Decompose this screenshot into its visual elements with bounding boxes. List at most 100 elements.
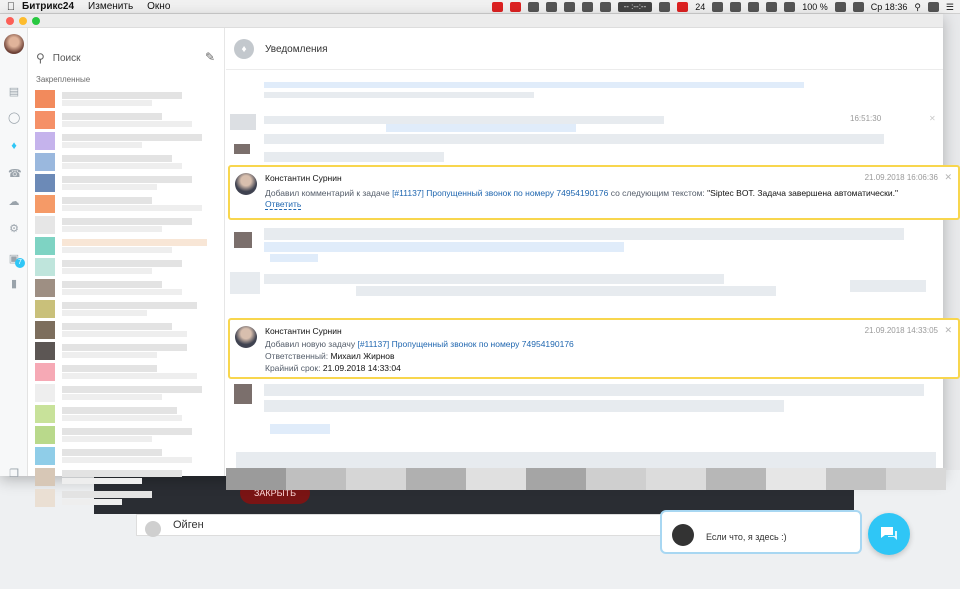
deadline-line: Крайний срок: 21.09.2018 14:33:04	[265, 363, 401, 373]
list-item[interactable]	[34, 403, 214, 424]
deadline-value: 21.09.2018 14:33:04	[322, 363, 401, 373]
phone-icon[interactable]: ☎	[8, 168, 22, 180]
menu-edit[interactable]: Изменить	[88, 1, 133, 12]
screenshot-icon[interactable]	[545, 2, 557, 12]
spotlight-icon[interactable]: ⚲	[914, 2, 921, 13]
shield-icon[interactable]	[599, 2, 611, 12]
reply-link[interactable]: Ответить	[265, 199, 302, 210]
battery-level[interactable]: 100 %	[802, 2, 828, 12]
list-item[interactable]	[34, 172, 214, 193]
notification-author[interactable]: Константин Сурнин	[265, 326, 342, 336]
search-input[interactable]	[52, 52, 193, 64]
notifications-panel: ♦ Уведомления 16:51:30 ✕ Константин Сурн…	[226, 28, 960, 476]
messenger-window: ▤ ◯ ♦ ☎ ☁ ⚙ ▣ 7 ▮ ❐ ⚲ ✎ Закрепленные	[0, 14, 960, 507]
notification-text: Добавил новую задачу [#11137] Пропущенны…	[265, 339, 574, 349]
blurred-notification	[264, 152, 444, 162]
notification-author[interactable]: Константин Сурнин	[265, 173, 342, 183]
close-icon[interactable]: ✕	[929, 114, 936, 123]
user-avatar[interactable]	[4, 34, 24, 54]
list-item[interactable]	[34, 193, 214, 214]
list-item[interactable]	[34, 277, 214, 298]
blurred-avatar	[230, 114, 256, 130]
blurred-link	[264, 242, 624, 252]
notification-comment[interactable]: Константин Сурнин 21.09.2018 16:06:36 ✕ …	[228, 165, 960, 220]
airplay-icon[interactable]	[766, 2, 778, 12]
settings-gear-icon[interactable]: ⚙	[8, 223, 20, 235]
new-chat-icon[interactable]: ✎	[205, 50, 215, 64]
volume-icon[interactable]	[784, 2, 796, 12]
notification-text-prefix: Добавил новую задачу	[265, 339, 358, 349]
pixelated-strip	[226, 468, 946, 490]
list-item[interactable]	[34, 130, 214, 151]
list-item[interactable]	[34, 256, 214, 277]
menu-app-name[interactable]: Битрикс24	[22, 1, 74, 12]
time-machine-icon[interactable]	[730, 2, 742, 12]
blurred-notification	[264, 384, 924, 396]
siri-icon[interactable]	[927, 2, 939, 12]
list-item[interactable]	[34, 361, 214, 382]
list-item[interactable]	[34, 109, 214, 130]
zoom-window-button[interactable]	[32, 17, 40, 25]
notification-text-prefix: Добавил комментарий к задаче	[265, 188, 393, 198]
skype-icon[interactable]	[659, 2, 671, 12]
list-item[interactable]	[34, 88, 214, 109]
close-icon[interactable]: ✕	[944, 325, 952, 336]
expand-window-icon[interactable]: ❐	[8, 468, 20, 480]
bookmark-icon[interactable]: ▮	[8, 278, 20, 290]
menubar-tray: -- :--:-- 24 100 % Ср 18:36 ⚲ ☰	[491, 0, 954, 14]
list-item[interactable]	[34, 424, 214, 445]
list-item[interactable]	[34, 487, 214, 508]
task-link[interactable]: [#11137] Пропущенный звонок по номеру 74…	[392, 188, 608, 198]
list-item[interactable]	[34, 151, 214, 172]
tray-app-icon[interactable]	[509, 2, 521, 12]
deadline-label: Крайний срок:	[265, 363, 323, 373]
responsible-line: Ответственный: Михаил Жирнов	[265, 351, 394, 361]
search-icon: ⚲	[36, 51, 45, 65]
menubar-status-strip[interactable]: -- :--:--	[617, 2, 653, 12]
menu-window[interactable]: Окно	[147, 1, 170, 12]
open-lines-bubble[interactable]: Если что, я здесь :)	[660, 510, 862, 554]
apple-icon[interactable]: 	[0, 1, 22, 13]
avatar	[235, 173, 257, 195]
list-item[interactable]	[34, 235, 214, 256]
close-icon[interactable]: ✕	[944, 172, 952, 183]
keyboard-layout-icon[interactable]	[852, 2, 864, 12]
list-item[interactable]	[34, 298, 214, 319]
pause-icon[interactable]	[491, 2, 503, 12]
notification-time: 16:51:30	[850, 114, 882, 123]
notification-new-task[interactable]: Константин Сурнин 21.09.2018 14:33:05 ✕ …	[228, 318, 960, 379]
blurred-avatar	[234, 384, 252, 404]
disk-icon[interactable]: ☁	[8, 196, 20, 208]
bitrix-tray-icon[interactable]	[677, 2, 689, 12]
chat-widget-button[interactable]	[868, 513, 910, 555]
list-item[interactable]	[34, 445, 214, 466]
pinned-section-label: Закрепленные	[36, 75, 91, 84]
menubar-clock[interactable]: Ср 18:36	[871, 2, 908, 12]
blurred-notification	[264, 134, 884, 144]
list-item[interactable]	[34, 466, 214, 487]
tray-badge: 24	[695, 2, 706, 12]
notification-center-icon[interactable]: ☰	[946, 2, 954, 13]
responsible-name[interactable]: Михаил Жирнов	[330, 351, 394, 361]
cloud-icon[interactable]	[563, 2, 575, 12]
open-lines-icon[interactable]: ◯	[8, 112, 20, 124]
list-item[interactable]	[34, 382, 214, 403]
chat-icon[interactable]: ▤	[8, 86, 20, 98]
list-item[interactable]	[34, 340, 214, 361]
avatar	[145, 521, 161, 537]
notifications-bell-icon[interactable]: ♦	[8, 140, 20, 152]
search-box[interactable]: ⚲	[36, 50, 193, 66]
close-window-button[interactable]	[6, 17, 14, 25]
contact-name[interactable]: Ойген	[173, 519, 204, 531]
minimize-window-button[interactable]	[19, 17, 27, 25]
dropbox-icon[interactable]	[581, 2, 593, 12]
task-link[interactable]: [#11137] Пропущенный звонок по номеру 74…	[357, 339, 573, 349]
bluetooth-icon[interactable]	[712, 2, 724, 12]
tasks-counter-badge: 7	[15, 258, 25, 268]
wifi-icon[interactable]	[748, 2, 760, 12]
list-item[interactable]	[34, 319, 214, 340]
pdf-icon[interactable]	[527, 2, 539, 12]
list-item[interactable]	[34, 214, 214, 235]
bell-icon: ♦	[234, 39, 254, 59]
blurred-notification	[264, 274, 724, 284]
